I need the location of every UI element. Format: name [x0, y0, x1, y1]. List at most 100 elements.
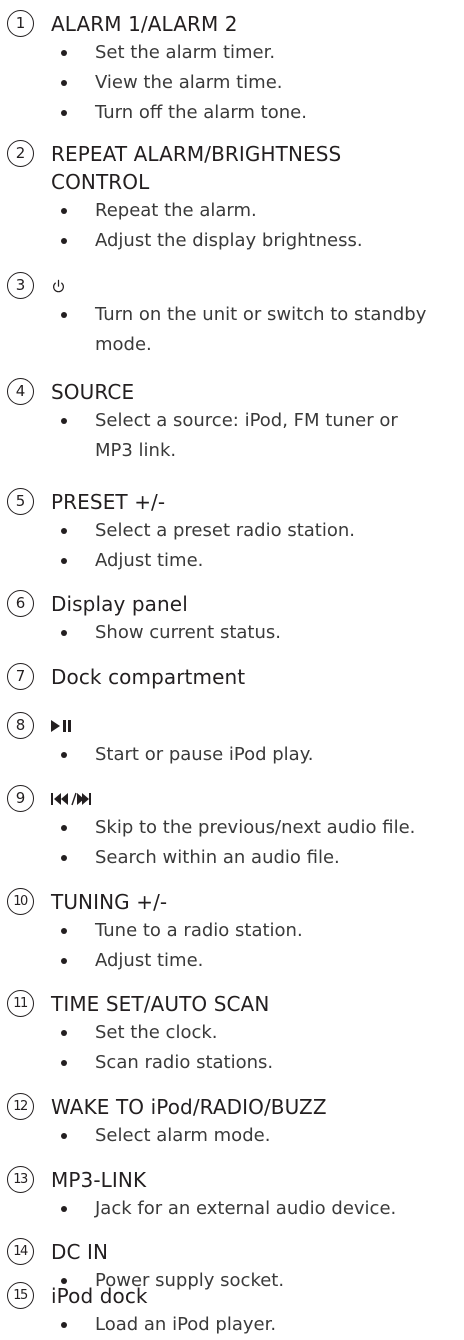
bullet-list: Set the alarm timer. View the alarm time… — [51, 38, 464, 128]
bullet-item: Adjust the display brightness. — [51, 226, 464, 256]
item-number: 7 — [7, 663, 34, 690]
bullet-list: Load an iPod player. — [51, 1310, 464, 1340]
bullet-item: Tune to a radio station. — [51, 916, 464, 946]
bullet-text-continuation: mode. — [95, 334, 152, 355]
bullet-text-continuation: MP3 link. — [95, 440, 177, 461]
list-item: 9 Skip to the previous/next audio file. … — [7, 785, 464, 873]
item-number: 3 — [7, 272, 34, 299]
bullet-text: Select alarm mode. — [95, 1125, 271, 1146]
item-number: 10 — [7, 888, 34, 915]
bullet-item: Load an iPod player. — [51, 1310, 464, 1340]
bullet-list: Select a source: iPod, FM tuner or MP3 li… — [51, 406, 464, 466]
bullet-item: View the alarm time. — [51, 68, 464, 98]
bullet-item: Show current status. — [51, 618, 464, 648]
bullet-dot — [61, 312, 67, 318]
item-number: 2 — [7, 140, 34, 167]
bullet-item: Repeat the alarm. — [51, 196, 464, 226]
list-item: 5 PRESET +/- Select a preset radio stati… — [7, 488, 464, 576]
bullet-text: Set the clock. — [95, 1022, 218, 1043]
item-number: 8 — [7, 712, 34, 739]
item-number: 6 — [7, 590, 34, 617]
bullet-dot — [61, 1030, 67, 1036]
bullet-item: Set the alarm timer. — [51, 38, 464, 68]
bullet-item: Jack for an external audio device. — [51, 1194, 464, 1224]
item-title: TUNING +/- — [51, 890, 168, 914]
list-item: 13 MP3-LINK Jack for an external audio d… — [7, 1166, 464, 1224]
item-title-line: CONTROL — [51, 170, 150, 194]
item-title: Display panel — [51, 592, 188, 616]
bullet-text: Repeat the alarm. — [95, 200, 257, 221]
bullet-list: Show current status. — [51, 618, 464, 648]
item-title: TIME SET/AUTO SCAN — [51, 992, 270, 1016]
bullet-list: Repeat the alarm. Adjust the display bri… — [51, 196, 464, 256]
bullet-list: Jack for an external audio device. — [51, 1194, 464, 1224]
bullet-text: Skip to the previous/next audio file. — [95, 817, 416, 838]
power-icon — [53, 279, 64, 292]
item-title: PRESET +/- — [51, 490, 166, 514]
item-number: 15 — [7, 1282, 34, 1309]
bullet-text: Load an iPod player. — [95, 1314, 277, 1335]
bullet-text: Scan radio stations. — [95, 1052, 274, 1073]
bullet-list: Skip to the previous/next audio file. Se… — [51, 813, 464, 873]
item-number: 12 — [7, 1093, 34, 1120]
bullet-dot — [61, 110, 67, 116]
bullet-dot — [61, 418, 67, 424]
bullet-item: Start or pause iPod play. — [51, 740, 464, 770]
bullet-dot — [61, 752, 67, 758]
bullet-text: Turn off the alarm tone. — [95, 102, 307, 123]
bullet-item: Skip to the previous/next audio file. — [51, 813, 464, 843]
bullet-text: Set the alarm timer. — [95, 42, 276, 63]
bullet-list: Set the clock. Scan radio stations. — [51, 1018, 464, 1078]
bullet-dot — [61, 1060, 67, 1066]
list-item: 10 TUNING +/- Tune to a radio station. A… — [7, 888, 464, 976]
bullet-list: Select a preset radio station. Adjust ti… — [51, 516, 464, 576]
item-title — [51, 272, 464, 300]
item-title: DC IN — [51, 1240, 109, 1264]
list-item: 3 Turn on the unit or switch to standby m… — [7, 272, 464, 360]
bullet-item: Select a preset radio station. — [51, 516, 464, 546]
bullet-dot — [61, 630, 67, 636]
item-title: iPod dock — [51, 1284, 148, 1308]
item-number: 9 — [7, 785, 34, 812]
bullet-text: Select a preset radio station. — [95, 520, 355, 541]
item-number: 4 — [7, 378, 34, 405]
item-title: Dock compartment — [51, 665, 246, 689]
bullet-text: Tune to a radio station. — [95, 920, 303, 941]
bullet-text: Adjust time. — [95, 550, 204, 571]
bullet-text: Turn on the unit or switch to standby — [95, 304, 427, 325]
item-title: MP3-LINK — [51, 1168, 147, 1192]
bullet-list: Turn on the unit or switch to standby mod… — [51, 300, 464, 360]
bullet-text: Start or pause iPod play. — [95, 744, 314, 765]
bullet-text: Search within an audio file. — [95, 847, 340, 868]
list-item: 7 Dock compartment — [7, 663, 464, 691]
bullet-text: Adjust time. — [95, 950, 204, 971]
item-title: ALARM 1/ALARM 2 — [51, 12, 238, 36]
bullet-text: Show current status. — [95, 622, 281, 643]
item-number: 1 — [7, 10, 34, 37]
bullet-item: Select alarm mode. — [51, 1121, 464, 1151]
bullet-item: Select a source: iPod, FM tuner or MP3 li… — [51, 406, 464, 466]
bullet-dot — [61, 238, 67, 244]
list-item: 15 iPod dock Load an iPod player. — [7, 1282, 464, 1340]
bullet-dot — [61, 80, 67, 86]
item-title: SOURCE — [51, 380, 135, 404]
item-number: 14 — [7, 1238, 34, 1265]
bullet-item: Scan radio stations. — [51, 1048, 464, 1078]
bullet-item: Adjust time. — [51, 946, 464, 976]
bullet-dot — [61, 1133, 67, 1139]
item-title — [51, 785, 464, 813]
bullet-item: Adjust time. — [51, 546, 464, 576]
bullet-text: Jack for an external audio device. — [95, 1198, 397, 1219]
bullet-dot — [61, 1206, 67, 1212]
list-item: 12 WAKE TO iPod/RADIO/BUZZ Select alarm … — [7, 1093, 464, 1151]
list-item: 6 Display panel Show current status. — [7, 590, 464, 648]
item-number: 11 — [7, 990, 34, 1017]
play-pause-icon — [51, 720, 71, 732]
bullet-dot — [61, 825, 67, 831]
list-item: 4 SOURCE Select a source: iPod, FM tuner… — [7, 378, 464, 466]
list-item: 8 Start or pause iPod play. — [7, 712, 464, 770]
item-title-line: REPEAT ALARM/BRIGHTNESS — [51, 142, 342, 166]
bullet-dot — [61, 558, 67, 564]
bullet-dot — [61, 1322, 67, 1328]
bullet-dot — [61, 528, 67, 534]
